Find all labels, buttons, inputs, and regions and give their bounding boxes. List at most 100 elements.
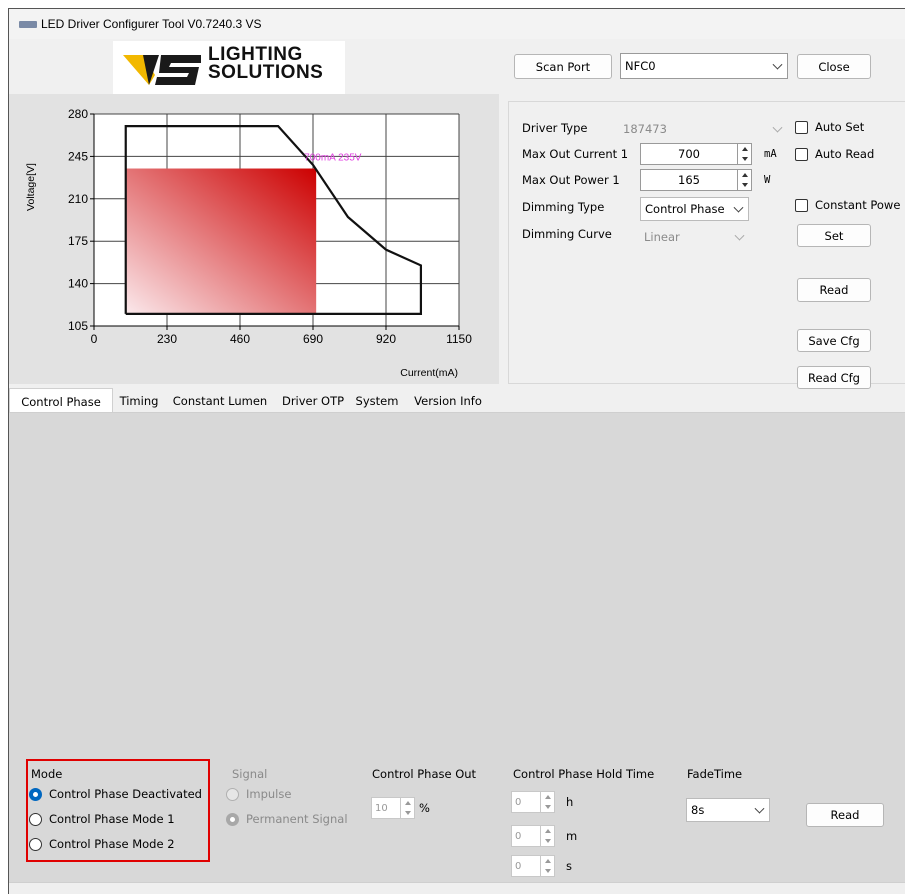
y-tick-label: 245 <box>68 149 88 163</box>
app-window: LED Driver Configurer Tool V0.7240.3 VS … <box>8 8 905 894</box>
chevron-down-icon <box>734 230 745 241</box>
impulse-label: Impulse <box>246 787 292 801</box>
dimming-curve-select[interactable]: Linear <box>640 225 749 248</box>
tab-timing[interactable]: Timing <box>113 389 165 413</box>
control-phase-out-label: Control Phase Out <box>372 767 477 781</box>
chevron-down-icon <box>733 202 744 213</box>
read-cfg-button[interactable]: Read Cfg <box>797 366 871 389</box>
y-tick-label: 105 <box>68 319 88 333</box>
max-current-label: Max Out Current 1 <box>522 147 629 161</box>
y-tick-label: 280 <box>68 107 88 121</box>
voltage-current-chart: 280 245 210 175 140 105 0 230 460 690 920 1150 700… <box>9 94 499 384</box>
stepper-arrows-icon[interactable] <box>540 792 554 812</box>
port-select[interactable]: NFC0 <box>620 53 788 79</box>
x-tick-label: 230 <box>157 332 177 346</box>
hold-minutes-unit: m <box>566 829 578 843</box>
max-power-label: Max Out Power 1 <box>522 173 620 187</box>
hold-time-label: Control Phase Hold Time <box>513 767 655 781</box>
y-tick-label: 210 <box>68 192 88 206</box>
stepper-arrows-icon[interactable] <box>737 170 751 190</box>
y-axis-label: Voltage[V] <box>25 163 37 211</box>
dimming-type-label: Dimming Type <box>522 200 605 214</box>
hold-seconds-unit: s <box>566 859 572 873</box>
hold-minutes-value: 0 <box>515 830 522 842</box>
dimming-curve-label: Dimming Curve <box>522 227 612 241</box>
read-button[interactable]: Read <box>797 278 871 302</box>
fade-time-select[interactable]: 8s <box>686 798 770 822</box>
impulse-radio[interactable] <box>226 788 239 801</box>
driver-settings-panel: Driver Type 187473 Max Out Current 1 700… <box>508 101 905 389</box>
fade-time-value: 8s <box>691 803 705 817</box>
control-phase-panel: Mode Control Phase Deactivated Control P… <box>9 412 905 882</box>
window-title: LED Driver Configurer Tool V0.7240.3 VS <box>41 17 262 31</box>
tab-version-info[interactable]: Version Info <box>403 389 493 413</box>
stepper-arrows-icon[interactable] <box>400 798 414 818</box>
constant-power-label: Constant Powe <box>815 198 901 212</box>
hold-seconds-stepper[interactable]: 0 <box>511 855 555 877</box>
chevron-down-icon <box>754 803 765 814</box>
max-power-value: 165 <box>678 173 700 187</box>
hold-seconds-value: 0 <box>515 860 522 872</box>
mode-2-radio[interactable] <box>29 838 42 851</box>
mode-label: Mode <box>31 767 63 781</box>
x-tick-label: 690 <box>303 332 323 346</box>
mode-1-radio[interactable] <box>29 813 42 826</box>
tab-constant-lumen[interactable]: Constant Lumen <box>165 389 275 413</box>
hold-hours-unit: h <box>566 795 574 809</box>
mode-deactivated-label: Control Phase Deactivated <box>49 787 202 801</box>
auto-set-checkbox[interactable] <box>795 121 808 134</box>
control-phase-out-value: 10 <box>375 802 388 814</box>
mode-deactivated-radio[interactable] <box>29 788 42 801</box>
hold-hours-stepper[interactable]: 0 <box>511 791 555 813</box>
permanent-signal-radio[interactable] <box>226 813 239 826</box>
dimming-curve-value: Linear <box>644 229 680 244</box>
stepper-arrows-icon[interactable] <box>540 856 554 876</box>
max-current-stepper[interactable]: 700 <box>640 143 752 165</box>
save-cfg-button[interactable]: Save Cfg <box>797 329 871 352</box>
control-phase-read-button[interactable]: Read <box>806 803 884 827</box>
scan-port-button[interactable]: Scan Port <box>514 54 612 79</box>
permanent-signal-label: Permanent Signal <box>246 812 348 826</box>
status-bar <box>9 882 905 894</box>
auto-read-label: Auto Read <box>815 147 875 161</box>
signal-label: Signal <box>232 767 268 781</box>
logo-text: LIGHTING SOLUTIONS <box>208 45 324 83</box>
max-power-stepper[interactable]: 165 <box>640 169 752 191</box>
tab-strip: Control Phase Timing Constant Lumen Driv… <box>9 388 905 414</box>
chevron-down-icon <box>772 59 783 70</box>
vs-logo: LIGHTING SOLUTIONS <box>113 41 345 97</box>
auto-set-label: Auto Set <box>815 120 865 134</box>
title-bar: LED Driver Configurer Tool V0.7240.3 VS <box>9 9 905 39</box>
y-tick-label: 140 <box>68 277 88 291</box>
fade-time-label: FadeTime <box>687 767 743 781</box>
tab-driver-otp[interactable]: Driver OTP <box>275 389 351 413</box>
control-phase-out-unit: % <box>419 801 430 815</box>
driver-type-value: 187473 <box>623 122 667 136</box>
stepper-arrows-icon[interactable] <box>737 144 751 164</box>
tab-system[interactable]: System <box>351 389 403 413</box>
app-icon <box>19 21 37 28</box>
x-axis-label: Current(mA) <box>400 367 458 379</box>
mode-2-label: Control Phase Mode 2 <box>49 837 175 851</box>
x-tick-label: 460 <box>230 332 250 346</box>
auto-read-checkbox[interactable] <box>795 148 808 161</box>
x-axis: 0 230 460 690 920 1150 <box>91 325 472 346</box>
operating-point-label: 700mA 235V <box>304 153 362 164</box>
close-button[interactable]: Close <box>797 54 871 79</box>
x-tick-label: 0 <box>91 332 98 346</box>
tab-control-phase[interactable]: Control Phase <box>9 388 113 414</box>
constant-power-checkbox[interactable] <box>795 199 808 212</box>
chart-svg: 280 245 210 175 140 105 0 230 460 690 920 1150 700… <box>25 107 472 379</box>
dimming-type-select[interactable]: Control Phase <box>640 197 749 221</box>
hold-minutes-stepper[interactable]: 0 <box>511 825 555 847</box>
set-button[interactable]: Set <box>797 224 871 247</box>
x-tick-label: 920 <box>376 332 396 346</box>
driver-type-select[interactable]: 187473 <box>619 117 787 141</box>
driver-type-label: Driver Type <box>522 121 588 135</box>
max-current-unit: mA <box>764 148 777 160</box>
dimming-type-value: Control Phase <box>645 202 725 216</box>
stepper-arrows-icon[interactable] <box>540 826 554 846</box>
control-phase-out-stepper[interactable]: 10 <box>371 797 415 819</box>
hold-hours-value: 0 <box>515 796 522 808</box>
logo-line-2: SOLUTIONS <box>208 62 324 83</box>
